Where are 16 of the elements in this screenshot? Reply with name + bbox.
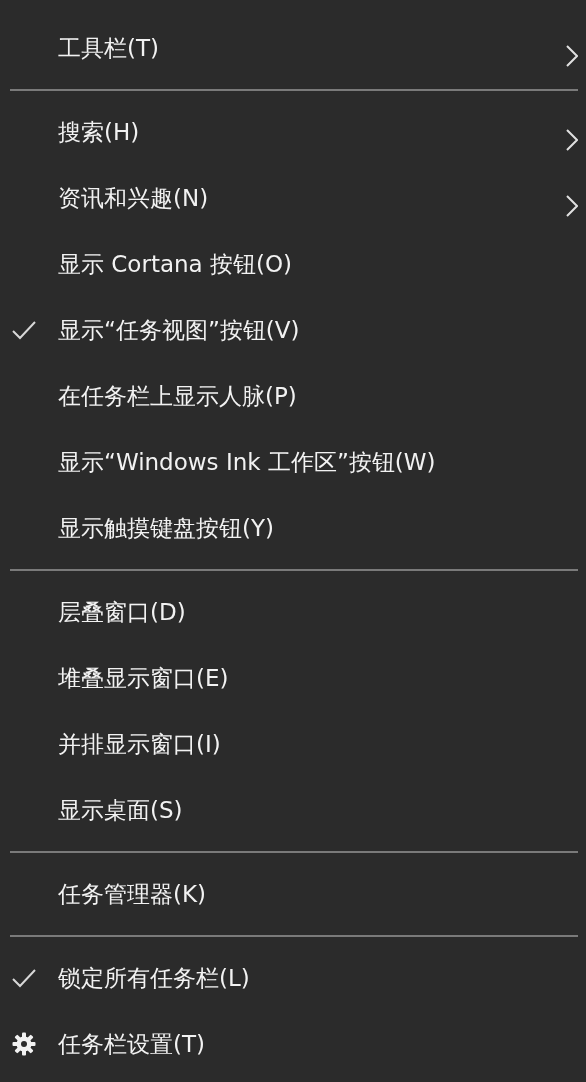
settings-icon (12, 1032, 36, 1056)
menu-item[interactable]: 任务管理器(K) (0, 861, 586, 927)
menu-item[interactable]: 显示“任务视图”按钮(V) (0, 297, 586, 363)
menu-item[interactable]: 显示桌面(S) (0, 777, 586, 843)
menu-item[interactable]: 层叠窗口(D) (0, 579, 586, 645)
menu-item[interactable]: 并排显示窗口(I) (0, 711, 586, 777)
menu-item[interactable]: 锁定所有任务栏(L) (0, 945, 586, 1011)
menu-item[interactable]: 显示 Cortana 按钮(O) (0, 231, 586, 297)
menu-item[interactable]: 显示触摸键盘按钮(Y) (0, 495, 586, 561)
menu-item[interactable]: 任务栏设置(T) (0, 1011, 586, 1077)
menu-item[interactable]: 显示“Windows Ink 工作区”按钮(W) (0, 429, 586, 495)
menu-item[interactable]: 堆叠显示窗口(E) (0, 645, 586, 711)
menu-item[interactable]: 在任务栏上显示人脉(P) (0, 363, 586, 429)
menu-item[interactable]: 工具栏(T) (0, 15, 586, 81)
menu-item[interactable]: 资讯和兴趣(N) (0, 165, 586, 231)
menu-item[interactable]: 搜索(H) (0, 99, 586, 165)
